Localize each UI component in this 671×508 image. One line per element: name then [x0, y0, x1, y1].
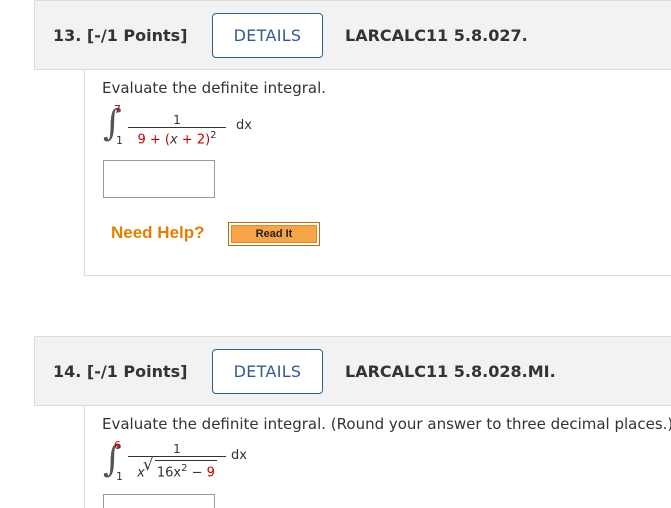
radicand: 16x2 − 9	[154, 460, 217, 481]
question-13-header: 13. [-/1 Points] DETAILS LARCALC11 5.8.0…	[34, 0, 671, 70]
answer-input[interactable]	[103, 160, 215, 198]
integral-expression: ∫ 7 1 1 9 + (x + 2)2 dx	[103, 103, 343, 152]
question-number: 14. [-/1 Points]	[53, 361, 188, 381]
integral-expression: ∫ 6 1 1 x16x2 − 9 dx	[103, 439, 343, 488]
read-it-button[interactable]: Read It	[228, 222, 320, 246]
answer-input[interactable]	[103, 494, 215, 508]
differential: dx	[231, 448, 247, 463]
question-code: LARCALC11 5.8.027.	[345, 25, 528, 45]
question-code: LARCALC11 5.8.028.MI.	[345, 361, 556, 381]
need-help-label: Need Help?	[111, 223, 205, 242]
integrand-fraction: 1 9 + (x + 2)2	[128, 113, 226, 148]
details-button[interactable]: DETAILS	[212, 348, 323, 394]
lower-limit: 1	[116, 470, 123, 483]
question-14-header: 14. [-/1 Points] DETAILS LARCALC11 5.8.0…	[34, 336, 671, 406]
radicand-constant: 9	[206, 465, 215, 481]
radicand-term: 16x	[156, 465, 182, 481]
question-prompt: Evaluate the definite integral.	[102, 79, 327, 97]
denominator-constant: 9 + (	[137, 132, 170, 148]
denominator: x16x2 − 9	[137, 457, 217, 481]
upper-limit: 7	[114, 103, 121, 116]
differential: dx	[236, 118, 252, 133]
upper-limit: 6	[114, 439, 121, 452]
question-14-body: Evaluate the definite integral. (Round y…	[84, 406, 671, 508]
square-root: 16x2 − 9	[143, 457, 217, 481]
lower-limit: 1	[116, 134, 123, 147]
denominator: 9 + (x + 2)2	[137, 128, 216, 148]
denominator-variable: x	[169, 132, 178, 148]
details-button[interactable]: DETAILS	[212, 12, 323, 58]
question-number: 13. [-/1 Points]	[53, 25, 188, 45]
question-13-body: Evaluate the definite integral. ∫ 7 1 1 …	[84, 70, 671, 276]
radicand-operator: −	[187, 465, 207, 481]
numerator: 1	[173, 442, 181, 456]
integrand-fraction: 1 x16x2 − 9	[128, 442, 226, 481]
denominator-exponent: 2	[210, 130, 217, 141]
denominator-tail: + 2)	[177, 132, 211, 148]
numerator: 1	[173, 113, 181, 127]
question-prompt: Evaluate the definite integral. (Round y…	[102, 415, 671, 433]
